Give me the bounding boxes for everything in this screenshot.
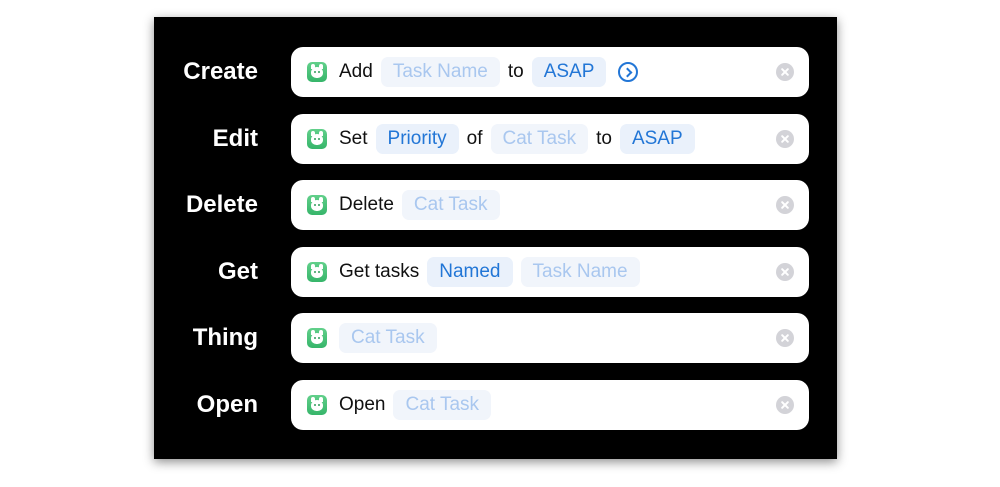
cat-app-icon bbox=[307, 195, 327, 215]
action-card[interactable]: Open Cat Task bbox=[291, 380, 809, 430]
parameter-placeholder-token[interactable]: Task Name bbox=[380, 57, 500, 87]
action-row-thing: Thing Cat Task bbox=[154, 313, 837, 363]
action-row-create: Create Add Task Name to ASAP bbox=[154, 47, 837, 97]
action-card[interactable]: Set Priority of Cat Task to ASAP bbox=[291, 114, 809, 164]
clear-x-icon[interactable] bbox=[776, 130, 794, 148]
parameter-value-token[interactable]: ASAP bbox=[619, 124, 695, 154]
parameter-value-token[interactable]: Priority bbox=[375, 124, 459, 154]
action-card[interactable]: Delete Cat Task bbox=[291, 180, 809, 230]
cat-app-icon bbox=[307, 62, 327, 82]
cat-app-icon bbox=[307, 395, 327, 415]
action-card[interactable]: Get tasks Named Task Name bbox=[291, 247, 809, 297]
row-label: Delete bbox=[185, 191, 258, 218]
action-text: Get tasks bbox=[339, 261, 420, 282]
parameter-value-token[interactable]: Named bbox=[427, 257, 513, 287]
cat-app-icon bbox=[307, 129, 327, 149]
parameter-placeholder-token[interactable]: Cat Task bbox=[393, 390, 492, 420]
action-card[interactable]: Cat Task bbox=[291, 313, 809, 363]
action-text: to bbox=[596, 128, 612, 149]
parameter-placeholder-token[interactable]: Cat Task bbox=[401, 190, 500, 220]
action-text: Open bbox=[339, 394, 386, 415]
parameter-placeholder-token[interactable]: Task Name bbox=[520, 257, 640, 287]
shortcut-actions-panel: Create Add Task Name to ASAP Edit Set Priority o… bbox=[154, 17, 837, 459]
action-row-open: Open Open Cat Task bbox=[154, 380, 837, 430]
action-text: to bbox=[507, 61, 524, 82]
action-text: Add bbox=[339, 61, 373, 82]
parameter-placeholder-token[interactable]: Cat Task bbox=[339, 323, 437, 353]
action-text: Set bbox=[339, 128, 368, 149]
clear-x-icon[interactable] bbox=[776, 63, 794, 81]
clear-x-icon[interactable] bbox=[776, 329, 794, 347]
action-text: Delete bbox=[339, 194, 394, 215]
chevron-right-circle-icon[interactable] bbox=[618, 62, 639, 82]
cat-app-icon bbox=[307, 328, 327, 348]
action-card[interactable]: Add Task Name to ASAP bbox=[291, 47, 809, 97]
row-label: Create bbox=[183, 58, 258, 85]
parameter-placeholder-token[interactable]: Cat Task bbox=[490, 124, 589, 154]
action-row-get: Get Get tasks Named Task Name bbox=[154, 247, 837, 297]
row-label: Edit bbox=[212, 125, 258, 152]
clear-x-icon[interactable] bbox=[776, 196, 794, 214]
row-label: Get bbox=[217, 258, 258, 285]
clear-x-icon[interactable] bbox=[776, 263, 794, 281]
action-text: of bbox=[466, 128, 483, 149]
action-row-edit: Edit Set Priority of Cat Task to ASAP bbox=[154, 114, 837, 164]
action-row-delete: Delete Delete Cat Task bbox=[154, 180, 837, 230]
row-label: Open bbox=[196, 391, 258, 418]
clear-x-icon[interactable] bbox=[776, 396, 794, 414]
cat-app-icon bbox=[307, 262, 327, 282]
parameter-value-token[interactable]: ASAP bbox=[531, 57, 607, 87]
row-label: Thing bbox=[192, 324, 258, 351]
